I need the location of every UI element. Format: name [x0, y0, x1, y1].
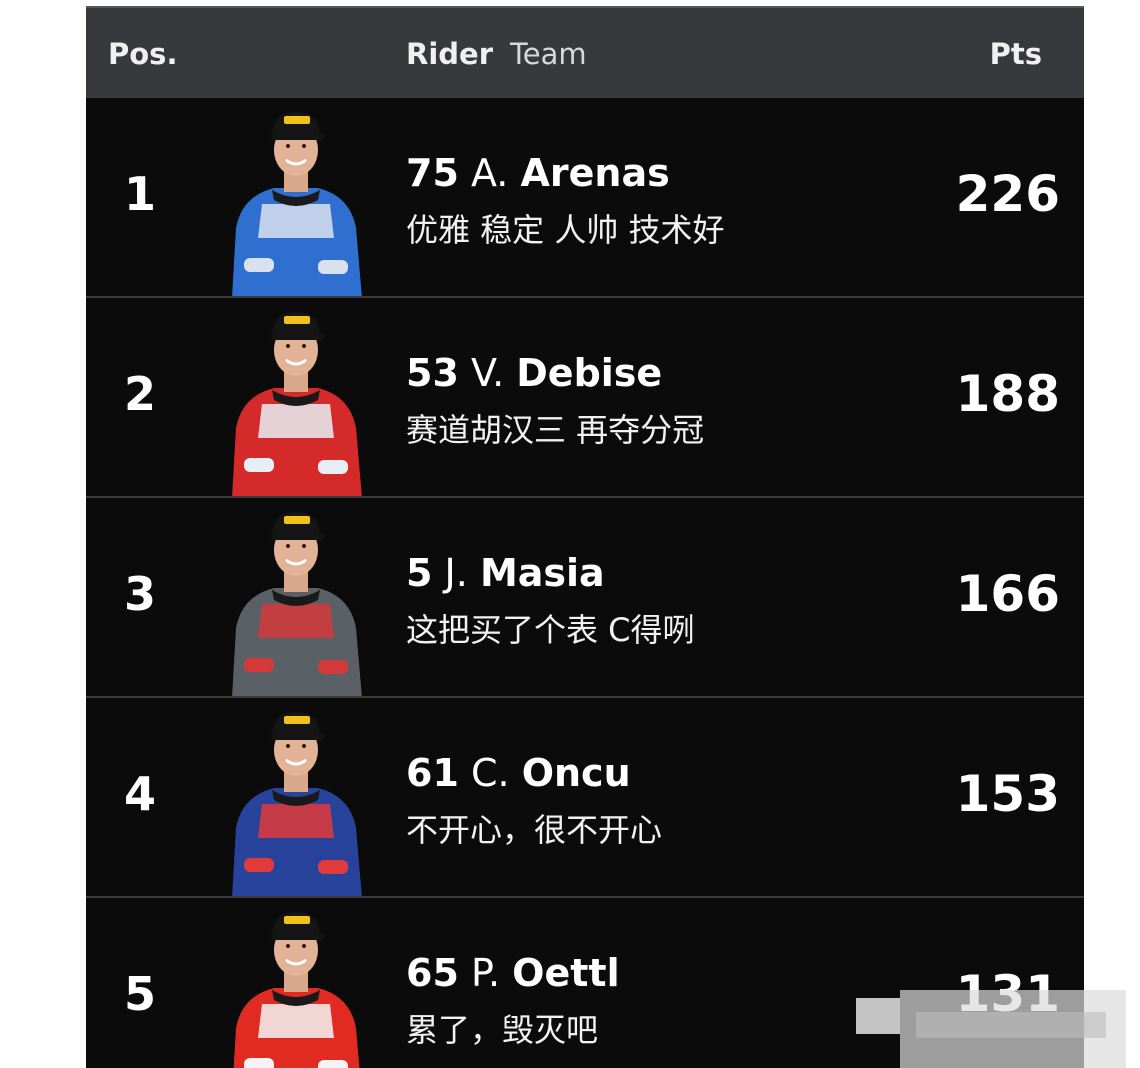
rider-surname: Masia: [479, 551, 605, 595]
standings-row[interactable]: 4 61 C. Oncu 不开心，很不开心 153: [86, 696, 1084, 898]
rider-number: 61: [406, 751, 459, 795]
rider-portrait-icon: [232, 712, 362, 898]
rider-team: 赛道胡汉三 再夺分冠: [406, 411, 705, 449]
rider-number: 53: [406, 351, 459, 395]
standings-row[interactable]: 2 53 V. Debise 赛道胡汉三 再夺分冠 188: [86, 296, 1084, 498]
header-pos: Pos.: [108, 37, 178, 71]
rider-surname: Arenas: [520, 151, 670, 195]
rider-team: 优雅 稳定 人帅 技术好: [406, 211, 725, 249]
standings-table: Pos. Rider Team Pts 1 75 A. Arenas 优雅 稳定…: [86, 6, 1084, 1068]
rider-team: 这把买了个表 C得咧: [406, 611, 695, 649]
row-position: 3: [124, 567, 157, 621]
rider-name: 53 V. Debise: [406, 350, 662, 396]
rider-number: 65: [406, 951, 459, 995]
rider-team: 累了，毁灭吧: [406, 1011, 599, 1049]
table-header: Pos. Rider Team Pts: [86, 6, 1084, 96]
rider-number: 75: [406, 151, 459, 195]
rider-number: 5: [406, 551, 433, 595]
rider-portrait-icon: [233, 912, 360, 1068]
rider-surname: Oettl: [512, 951, 620, 995]
rider-points: 166: [955, 565, 1060, 623]
header-team: Team: [510, 37, 587, 71]
rider-initial: J.: [444, 551, 468, 595]
header-rider: Rider: [406, 37, 493, 71]
rider-team: 不开心，很不开心: [406, 811, 663, 849]
row-position: 2: [124, 367, 157, 421]
rider-points: 188: [955, 365, 1060, 423]
rider-initial: C.: [470, 751, 510, 795]
rider-name: 5 J. Masia: [406, 550, 605, 596]
rider-portrait-icon: [232, 512, 362, 698]
watermark-overlay: [856, 990, 1126, 1068]
rider-name: 65 P. Oettl: [406, 950, 620, 996]
row-position: 5: [124, 967, 157, 1021]
rider-initial: A.: [470, 151, 509, 195]
rider-name: 61 C. Oncu: [406, 750, 631, 796]
rider-portrait-icon: [232, 112, 362, 298]
row-position: 1: [124, 167, 157, 221]
rider-points: 153: [955, 765, 1060, 823]
header-pts: Pts: [989, 37, 1042, 71]
page: Pos. Rider Team Pts 1 75 A. Arenas 优雅 稳定…: [0, 0, 1140, 1068]
rider-initial: V.: [470, 351, 505, 395]
row-position: 4: [124, 767, 157, 821]
rider-portrait-icon: [232, 312, 362, 498]
standings-row[interactable]: 1 75 A. Arenas 优雅 稳定 人帅 技术好 226: [86, 96, 1084, 298]
rider-surname: Oncu: [521, 751, 631, 795]
rider-name: 75 A. Arenas: [406, 150, 670, 196]
standings-row[interactable]: 3 5 J. Masia 这把买了个表 C得咧 166: [86, 496, 1084, 698]
rider-points: 226: [955, 165, 1060, 223]
rider-initial: P.: [470, 951, 501, 995]
rider-surname: Debise: [516, 351, 663, 395]
